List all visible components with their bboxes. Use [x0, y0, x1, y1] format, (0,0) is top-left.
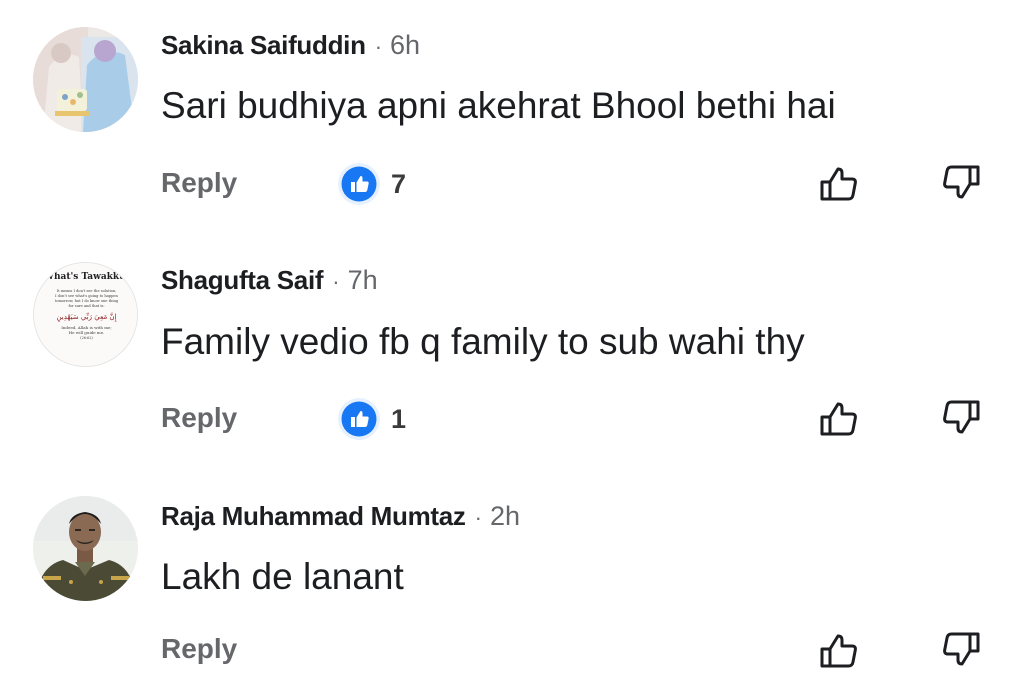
like-button[interactable] — [817, 395, 863, 441]
reaction-summary[interactable]: 7 — [337, 163, 407, 205]
comment-text: Family vedio fb q family to sub wahi thy — [161, 321, 805, 362]
avatar-quote-title: What's Tawakkul — [43, 272, 130, 282]
separator-dot: · — [474, 505, 482, 530]
author-line: Shagufta Saif · 7h — [161, 265, 378, 297]
reaction-summary[interactable]: 1 — [337, 398, 407, 440]
thumbs-down-outline-icon — [943, 165, 980, 199]
avatar-quote-line: I don't see what's going to happen — [55, 294, 118, 298]
dislike-button[interactable] — [937, 395, 983, 441]
like-reaction-icon — [338, 163, 380, 205]
avatar-quote-line: It means I don't see the solution, — [57, 289, 117, 293]
reply-button[interactable]: Reply — [161, 633, 237, 665]
author-line: Raja Muhammad Mumtaz · 2h — [161, 501, 520, 533]
thumbs-up-outline-icon — [820, 167, 857, 201]
avatar-photo — [33, 496, 138, 601]
timestamp[interactable]: 2h — [490, 501, 520, 531]
timestamp[interactable]: 6h — [390, 30, 420, 60]
thumbs-down-outline-icon — [943, 632, 980, 666]
dislike-button[interactable] — [937, 627, 983, 673]
like-button[interactable] — [817, 627, 863, 673]
separator-dot: · — [374, 34, 383, 59]
comment-text: Sari budhiya apni akehrat Bhool bethi ha… — [161, 85, 836, 126]
thumbs-down-outline-icon — [943, 400, 980, 434]
author-name[interactable]: Raja Muhammad Mumtaz — [161, 501, 466, 531]
avatar-quote-image: What's Tawakkul It means I don't see the… — [34, 263, 137, 366]
dislike-button[interactable] — [937, 160, 983, 206]
like-count: 1 — [391, 403, 407, 434]
author-name[interactable]: Shagufta Saif — [161, 265, 324, 295]
author-name[interactable]: Sakina Saifuddin — [161, 30, 366, 60]
timestamp[interactable]: 7h — [348, 265, 378, 295]
thumbs-up-outline-icon — [820, 634, 857, 668]
author-line: Sakina Saifuddin · 6h — [161, 30, 420, 62]
avatar[interactable] — [33, 496, 138, 601]
avatar-quote-line: tomorrow, but I do know one thing — [55, 299, 119, 303]
avatar-quote-line: He will guide me. — [69, 330, 105, 335]
like-reaction-icon — [338, 398, 380, 440]
avatar-quote-line: (26:62) — [80, 336, 93, 340]
reply-button[interactable]: Reply — [161, 402, 237, 434]
avatar-quote-arabic: إِنَّ مَعِيَ رَبِّي سَيَهْدِينِ — [56, 312, 116, 322]
avatar-quote-line: for sure and that is: — [68, 304, 104, 308]
avatar-photo — [33, 27, 138, 132]
avatar[interactable]: What's Tawakkul It means I don't see the… — [33, 262, 138, 367]
avatar[interactable] — [33, 27, 138, 132]
comment-text: Lakh de lanant — [161, 556, 404, 597]
like-count: 7 — [391, 168, 407, 199]
thumbs-up-outline-icon — [820, 402, 857, 436]
separator-dot: · — [332, 269, 340, 294]
like-button[interactable] — [817, 160, 863, 206]
reply-button[interactable]: Reply — [161, 167, 237, 199]
